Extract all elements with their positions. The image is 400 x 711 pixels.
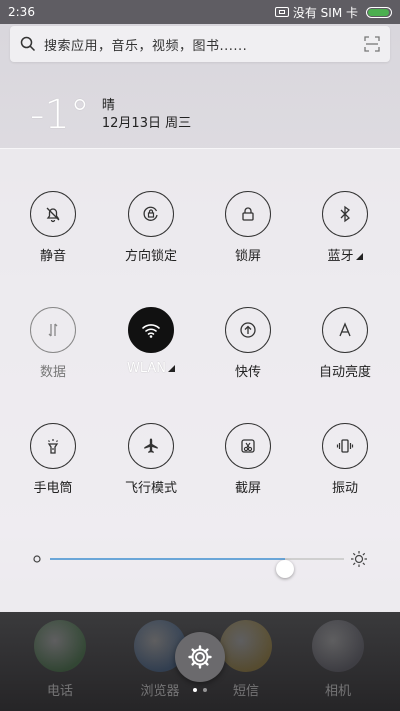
lock-icon[interactable] (225, 191, 271, 237)
toggle-auto-brightness[interactable]: 自动亮度 (300, 307, 390, 380)
weather-info: 晴 12月13日 周三 (102, 97, 191, 133)
wifi-icon[interactable] (128, 307, 174, 353)
toggle-quick-transfer[interactable]: 快传 (203, 307, 293, 380)
gear-icon (188, 645, 212, 669)
page-dot-active (193, 688, 197, 692)
toggle-label: 自动亮度 (318, 365, 371, 380)
battery-icon (366, 6, 392, 18)
submenu-indicator-icon (168, 365, 175, 372)
page-dot (203, 688, 207, 692)
toggle-mute[interactable]: 静音 (8, 191, 98, 264)
rotation-lock-icon[interactable] (128, 191, 174, 237)
toggle-airplane-mode[interactable]: 飞行模式 (106, 423, 196, 496)
toggle-label: 飞行模式 (124, 481, 177, 496)
dock-app-label: 电话 (46, 684, 73, 699)
toggle-label: 方向锁定 (124, 249, 177, 264)
airplane-icon[interactable] (128, 423, 174, 469)
vibrate-icon[interactable] (322, 423, 368, 469)
brightness-high-icon (351, 551, 367, 567)
scan-icon[interactable] (364, 36, 380, 52)
toggle-bluetooth[interactable]: 蓝牙 (300, 191, 390, 264)
toggle-mobile-data[interactable]: 数据 (8, 307, 98, 380)
search-bar[interactable]: 搜索应用，音乐，视频，图书...... (10, 26, 390, 62)
search-icon (20, 36, 36, 52)
brightness-slider[interactable] (30, 548, 370, 578)
weather-date: 12月13日 周三 (101, 116, 192, 131)
status-right-group: 没有 SIM 卡 (274, 4, 392, 21)
dock-app-phone[interactable]: 电话 (20, 620, 100, 699)
weather-condition: 晴 (101, 98, 115, 113)
brightness-slider-track[interactable] (50, 558, 344, 578)
bell-off-icon[interactable] (30, 191, 76, 237)
toggle-label: 数据 (39, 365, 66, 380)
search-placeholder[interactable]: 搜索应用，音乐，视频，图书...... (44, 35, 364, 54)
toggle-label: 截屏 (234, 481, 261, 496)
toggle-wlan[interactable]: WLAN (106, 307, 196, 376)
phone-app-icon[interactable] (34, 620, 86, 672)
quick-transfer-icon[interactable] (225, 307, 271, 353)
toggle-label-with-menu: WLAN (127, 361, 175, 376)
dock-app-camera[interactable]: 相机 (298, 620, 378, 699)
sim-card-icon (274, 7, 289, 17)
auto-brightness-icon[interactable] (322, 307, 368, 353)
bluetooth-icon[interactable] (322, 191, 368, 237)
toggle-screenshot[interactable]: 截屏 (203, 423, 293, 496)
toggle-label: 快传 (234, 365, 261, 380)
dock-app-label: 浏览器 (140, 684, 180, 699)
toggle-lock-screen[interactable]: 锁屏 (203, 191, 293, 264)
brightness-low-icon (33, 555, 41, 563)
dock-app-label: 相机 (324, 684, 351, 699)
settings-button[interactable] (175, 632, 225, 682)
page-indicator (193, 688, 207, 692)
screenshot-icon[interactable] (225, 423, 271, 469)
flashlight-icon[interactable] (30, 423, 76, 469)
toggle-flashlight[interactable]: 手电筒 (8, 423, 98, 496)
status-time: 2:36 (8, 5, 35, 19)
toggle-label: 静音 (39, 249, 66, 264)
toggle-label-with-menu: 蓝牙 (327, 245, 363, 264)
toggle-label: 振动 (331, 481, 358, 496)
dock-app-label: 短信 (232, 684, 259, 699)
toggle-label: 蓝牙 (327, 249, 354, 264)
weather-widget[interactable]: -1° 晴 12月13日 周三 (30, 92, 191, 138)
weather-temperature: -1° (30, 92, 90, 138)
brightness-slider-fill (50, 558, 286, 560)
status-bar: 2:36 没有 SIM 卡 (0, 0, 400, 24)
messages-app-icon[interactable] (220, 620, 272, 672)
toggle-label: 手电筒 (33, 481, 73, 496)
mobile-data-icon[interactable] (30, 307, 76, 353)
toggle-label: WLAN (126, 361, 166, 376)
submenu-indicator-icon (355, 253, 363, 260)
no-sim-text: 没有 SIM 卡 (292, 5, 358, 20)
toggle-rotation-lock[interactable]: 方向锁定 (106, 191, 196, 264)
battery-level-fill (368, 8, 389, 16)
toggle-label: 锁屏 (234, 249, 261, 264)
camera-app-icon[interactable] (312, 620, 364, 672)
toggle-vibrate[interactable]: 振动 (300, 423, 390, 496)
